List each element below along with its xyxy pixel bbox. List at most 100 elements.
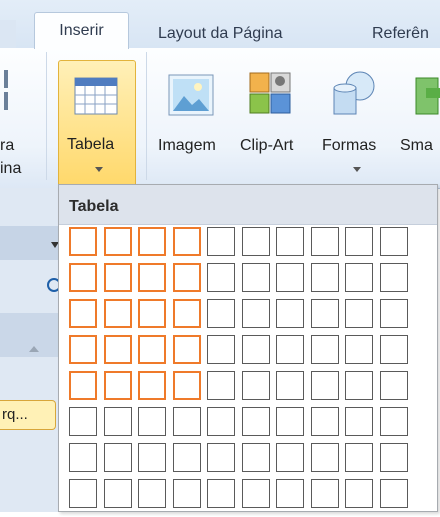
table-grid-cell[interactable]: [379, 479, 408, 508]
table-grid-cell[interactable]: [103, 443, 132, 472]
table-grid-cell[interactable]: [207, 371, 235, 400]
tab-layout-da-pagina[interactable]: Layout da Página: [158, 20, 283, 48]
table-grid-cell[interactable]: [69, 407, 97, 436]
table-grid-cell[interactable]: [172, 479, 201, 508]
page-break-button[interactable]: [0, 68, 20, 117]
table-grid-cell[interactable]: [379, 407, 408, 436]
table-grid-cell[interactable]: [276, 407, 304, 436]
table-grid-cell[interactable]: [310, 335, 339, 364]
table-grid-cell[interactable]: [276, 335, 304, 364]
table-grid-cell[interactable]: [207, 443, 235, 472]
table-grid-cell[interactable]: [69, 227, 97, 256]
table-grid-cell[interactable]: [69, 263, 97, 292]
table-grid-cell[interactable]: [241, 479, 270, 508]
tab-inserir[interactable]: Inserir: [34, 12, 129, 49]
table-grid-cell[interactable]: [379, 227, 408, 256]
table-grid-cell[interactable]: [241, 263, 270, 292]
table-grid-cell[interactable]: [138, 335, 166, 364]
table-grid-cell[interactable]: [103, 335, 132, 364]
table-grid-cell[interactable]: [138, 407, 166, 436]
left-pane: rq...: [0, 188, 61, 512]
table-grid-cell[interactable]: [69, 479, 97, 508]
table-grid-cell[interactable]: [207, 479, 235, 508]
table-grid-cell[interactable]: [69, 335, 97, 364]
table-grid-cell[interactable]: [69, 371, 97, 400]
table-grid-cell[interactable]: [241, 335, 270, 364]
table-grid-cell[interactable]: [69, 299, 97, 328]
formas-button[interactable]: [322, 58, 392, 183]
table-grid-cell[interactable]: [138, 227, 166, 256]
chevron-up-icon[interactable]: [29, 346, 39, 352]
page-break-label-line1: ra: [0, 137, 15, 154]
table-grid-cell[interactable]: [310, 227, 339, 256]
smartart-button[interactable]: [400, 58, 440, 183]
table-grid-cell[interactable]: [276, 227, 304, 256]
table-grid-cell[interactable]: [276, 299, 304, 328]
table-grid-cell[interactable]: [345, 227, 373, 256]
table-grid-cell[interactable]: [241, 227, 270, 256]
table-grid-cell[interactable]: [345, 371, 373, 400]
table-grid-cell[interactable]: [345, 263, 373, 292]
table-grid-cell[interactable]: [103, 479, 132, 508]
formas-label: Formas: [322, 137, 377, 154]
smartart-icon: [415, 77, 440, 115]
table-grid-cell[interactable]: [310, 443, 339, 472]
tabela-label: Tabela: [67, 136, 115, 153]
table-grid-cell[interactable]: [310, 263, 339, 292]
table-grid-cell[interactable]: [310, 371, 339, 400]
table-grid-cell[interactable]: [172, 443, 201, 472]
table-grid-cell[interactable]: [379, 443, 408, 472]
table-grid-cell[interactable]: [138, 263, 166, 292]
table-size-grid[interactable]: [69, 227, 419, 517]
table-grid-cell[interactable]: [103, 227, 132, 256]
pane-list-button[interactable]: rq...: [0, 400, 56, 430]
table-grid-cell[interactable]: [172, 263, 201, 292]
table-grid-cell[interactable]: [138, 299, 166, 328]
table-grid-cell[interactable]: [379, 371, 408, 400]
table-grid-cell[interactable]: [207, 335, 235, 364]
tab-partial-left[interactable]: [0, 20, 16, 48]
table-grid-cell[interactable]: [345, 407, 373, 436]
table-grid-cell[interactable]: [379, 335, 408, 364]
table-grid-cell[interactable]: [138, 479, 166, 508]
table-grid-cell[interactable]: [103, 407, 132, 436]
table-grid-cell[interactable]: [138, 443, 166, 472]
table-grid-cell[interactable]: [172, 371, 201, 400]
table-grid-cell[interactable]: [69, 443, 97, 472]
table-grid-cell[interactable]: [241, 407, 270, 436]
table-grid-cell[interactable]: [207, 263, 235, 292]
table-grid-cell[interactable]: [172, 335, 201, 364]
table-grid-cell[interactable]: [379, 263, 408, 292]
table-grid-cell[interactable]: [276, 443, 304, 472]
table-grid-cell[interactable]: [207, 299, 235, 328]
table-grid-cell[interactable]: [241, 443, 270, 472]
table-grid-cell[interactable]: [103, 263, 132, 292]
table-grid-cell[interactable]: [241, 299, 270, 328]
table-grid-cell[interactable]: [138, 371, 166, 400]
table-grid-cell[interactable]: [207, 407, 235, 436]
imagem-button[interactable]: [156, 58, 228, 183]
table-grid-cell[interactable]: [310, 407, 339, 436]
table-grid-cell[interactable]: [310, 299, 339, 328]
table-grid-cell[interactable]: [207, 227, 235, 256]
table-grid-cell[interactable]: [345, 479, 373, 508]
table-grid-cell[interactable]: [345, 335, 373, 364]
table-grid-cell[interactable]: [241, 371, 270, 400]
clipart-button[interactable]: [240, 58, 318, 183]
table-grid-cell[interactable]: [172, 299, 201, 328]
tab-referencias[interactable]: Referên: [372, 20, 429, 48]
table-grid-cell[interactable]: [172, 227, 201, 256]
table-grid-cell[interactable]: [276, 479, 304, 508]
table-grid-cell[interactable]: [345, 443, 373, 472]
table-grid-cell[interactable]: [172, 407, 201, 436]
shapes-icon: [333, 71, 375, 115]
chevron-down-icon: [95, 167, 103, 172]
table-grid-cell[interactable]: [103, 299, 132, 328]
table-grid-cell[interactable]: [379, 299, 408, 328]
table-grid-cell[interactable]: [276, 371, 304, 400]
table-grid-cell[interactable]: [345, 299, 373, 328]
table-grid-cell[interactable]: [103, 371, 132, 400]
tabela-button[interactable]: Tabela: [58, 60, 136, 188]
table-grid-cell[interactable]: [310, 479, 339, 508]
table-grid-cell[interactable]: [276, 263, 304, 292]
